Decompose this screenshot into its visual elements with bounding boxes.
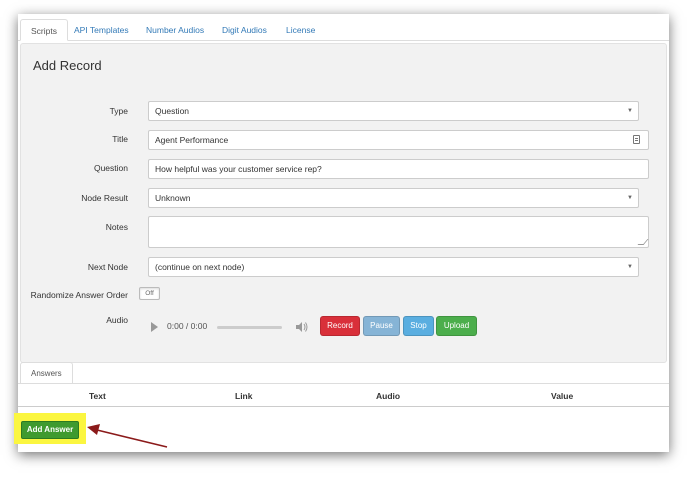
audio-player: 0:00 / 0:00 <box>149 318 319 336</box>
column-header-audio: Audio <box>376 391 401 401</box>
question-input[interactable]: How helpful was your customer service re… <box>148 159 649 179</box>
add-answer-button[interactable]: Add Answer <box>21 421 79 439</box>
caret-down-icon: ▼ <box>627 264 633 270</box>
answers-tab-divider <box>18 383 669 384</box>
contact-card-icon <box>633 135 640 144</box>
caret-down-icon: ▼ <box>627 108 633 114</box>
tab-number-audios[interactable]: Number Audios <box>146 19 204 41</box>
title-input[interactable]: Agent Performance <box>148 130 649 150</box>
randomize-label: Randomize Answer Order <box>30 290 128 300</box>
node-result-value: Unknown <box>155 193 191 203</box>
volume-icon[interactable] <box>296 322 308 332</box>
column-header-link: Link <box>235 391 253 401</box>
next-node-select[interactable]: (continue on next node) ▼ <box>148 257 639 277</box>
play-icon[interactable] <box>151 322 158 332</box>
audio-label: Audio <box>106 315 128 325</box>
pause-button[interactable]: Pause <box>363 316 400 336</box>
column-header-text: Text <box>89 391 106 401</box>
resize-grip-icon[interactable] <box>637 239 649 245</box>
type-value: Question <box>155 106 190 116</box>
app-window: Scripts API Templates Number Audios Digi… <box>18 14 669 452</box>
question-value: How helpful was your customer service re… <box>155 164 322 174</box>
tab-api-templates[interactable]: API Templates <box>74 19 129 41</box>
next-node-label: Next Node <box>87 262 128 272</box>
type-label: Type <box>109 106 128 116</box>
randomize-toggle[interactable]: Off <box>139 287 160 300</box>
record-button[interactable]: Record <box>320 316 360 336</box>
type-select[interactable]: Question ▼ <box>148 101 639 121</box>
upload-button[interactable]: Upload <box>436 316 477 336</box>
node-result-label: Node Result <box>81 193 128 203</box>
next-node-value: (continue on next node) <box>155 262 245 272</box>
caret-down-icon: ▼ <box>627 195 633 201</box>
title-value: Agent Performance <box>155 135 229 145</box>
tab-scripts[interactable]: Scripts <box>20 19 68 41</box>
top-tabs: Scripts API Templates Number Audios Digi… <box>18 14 669 41</box>
stop-button[interactable]: Stop <box>403 316 434 336</box>
table-header-divider <box>18 406 669 407</box>
notes-label: Notes <box>105 222 128 232</box>
tab-answers[interactable]: Answers <box>20 362 73 384</box>
node-result-select[interactable]: Unknown ▼ <box>148 188 639 208</box>
notes-textarea[interactable] <box>148 216 649 248</box>
audio-time: 0:00 / 0:00 <box>167 321 208 331</box>
title-label: Title <box>112 134 128 144</box>
tab-license[interactable]: License <box>286 19 315 41</box>
question-label: Question <box>93 163 128 173</box>
column-header-value: Value <box>551 391 574 401</box>
panel-title: Add Record <box>33 58 102 73</box>
add-record-panel: Add Record Type Question ▼ Title Agent P… <box>20 43 667 363</box>
annotation-arrow-icon <box>87 424 168 448</box>
tab-digit-audios[interactable]: Digit Audios <box>222 19 267 41</box>
audio-progress-track[interactable] <box>217 326 282 329</box>
